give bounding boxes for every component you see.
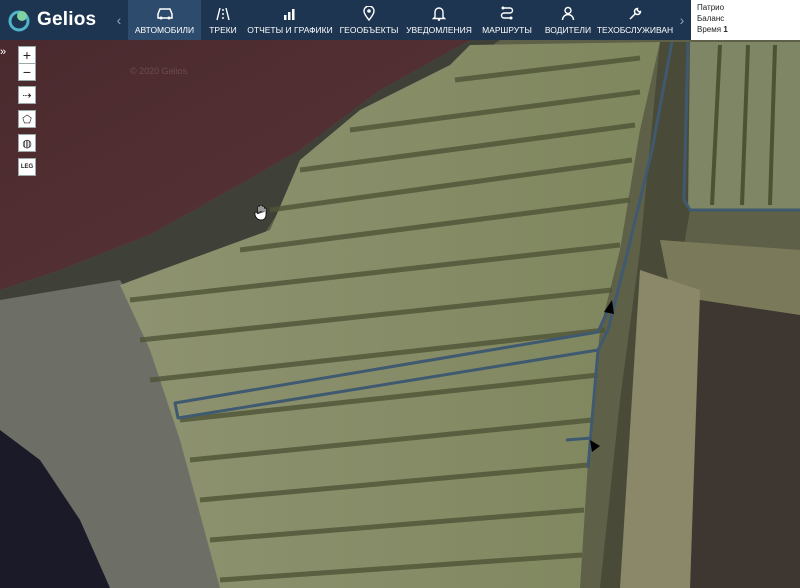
- time-value: 1: [723, 25, 728, 34]
- nav-label: Треки: [209, 24, 237, 35]
- zoom-in-button[interactable]: +: [18, 46, 36, 64]
- expand-panel-button[interactable]: »: [0, 46, 10, 62]
- nav-item-reports[interactable]: Отчеты и графики: [245, 0, 335, 40]
- measure-button[interactable]: ⇢: [18, 86, 36, 104]
- chart-icon: [283, 6, 297, 22]
- top-navigation-bar: Gelios ‹ Автомобили Треки Отчеты и графи…: [0, 0, 800, 40]
- polygon-button[interactable]: ⬠: [18, 110, 36, 128]
- balance-label: Баланс: [697, 14, 725, 23]
- nav-next-arrow[interactable]: ›: [673, 0, 691, 40]
- nav-label: Уведомления: [406, 24, 472, 35]
- map-watermark: © 2020 Gelios: [130, 66, 188, 76]
- gelios-logo-icon: [8, 10, 30, 32]
- account-name: Патрио: [697, 3, 725, 12]
- layers-button[interactable]: ◍: [18, 134, 36, 152]
- legend-button[interactable]: LEG: [18, 158, 36, 176]
- zoom-out-button[interactable]: −: [18, 63, 36, 81]
- app-logo[interactable]: Gelios: [0, 0, 110, 40]
- nav-item-maintenance[interactable]: Техобслуживан: [597, 0, 673, 40]
- nav-label: Отчеты и графики: [247, 24, 333, 35]
- nav-item-routes[interactable]: Маршруты: [475, 0, 539, 40]
- nav-item-drivers[interactable]: Водители: [539, 0, 597, 40]
- bell-icon: [432, 6, 446, 22]
- road-icon: [216, 6, 230, 22]
- nav-label: Геообъекты: [339, 24, 399, 35]
- route-icon: [500, 6, 514, 22]
- nav-label: Техобслуживан: [596, 24, 674, 35]
- nav-item-vehicles[interactable]: Автомобили: [128, 0, 201, 40]
- car-icon: [156, 6, 174, 22]
- nav-prev-arrow[interactable]: ‹: [110, 0, 128, 40]
- time-label: Время: [697, 25, 722, 34]
- user-icon: [561, 6, 575, 22]
- nav-label: Водители: [544, 24, 592, 35]
- dark-field: [690, 300, 800, 588]
- wrench-icon: [628, 6, 642, 22]
- logo-text: Gelios: [37, 9, 97, 30]
- satellite-map[interactable]: [0, 0, 800, 588]
- main-nav: Автомобили Треки Отчеты и графики Геообъ…: [128, 0, 673, 40]
- nav-label: Автомобили: [134, 24, 195, 35]
- account-status-panel: Патрио Баланс Время 1: [691, 0, 800, 40]
- nav-item-tracks[interactable]: Треки: [201, 0, 245, 40]
- nav-label: Маршруты: [482, 24, 532, 35]
- hand-cursor-icon: [254, 205, 267, 221]
- nav-item-notifications[interactable]: Уведомления: [403, 0, 475, 40]
- nav-item-geoobjects[interactable]: Геообъекты: [335, 0, 403, 40]
- map-pin-icon: [363, 6, 375, 22]
